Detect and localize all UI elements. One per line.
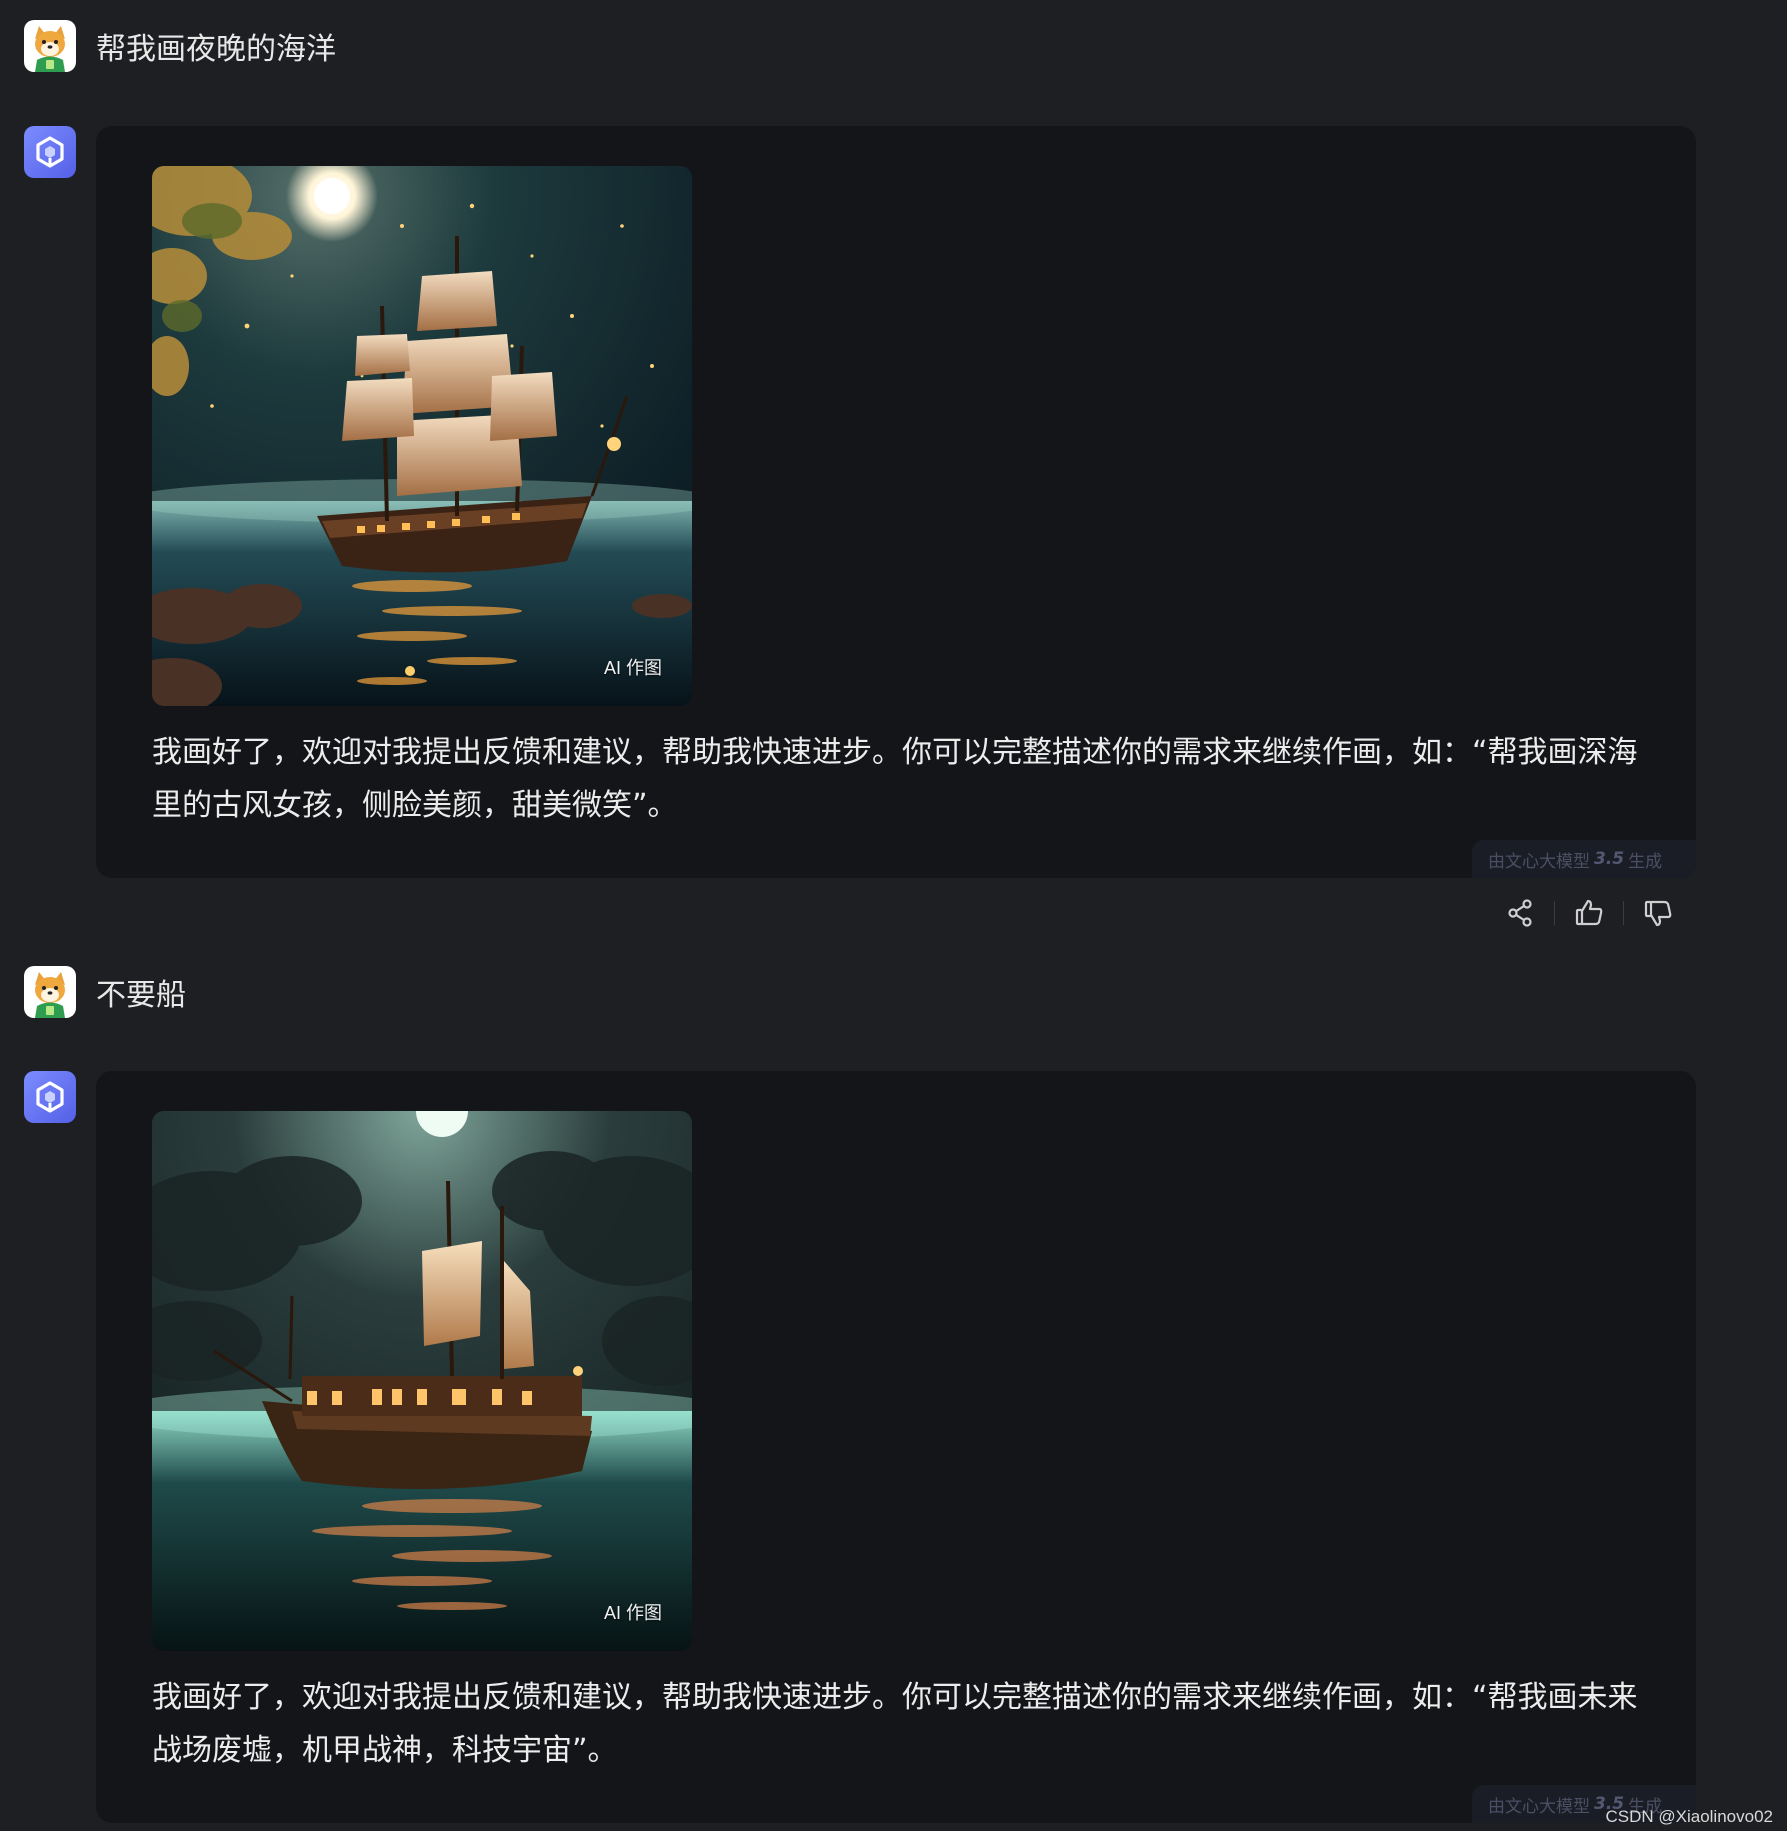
generated-image[interactable]: AI 作图 [152, 166, 692, 706]
user-avatar[interactable] [24, 20, 76, 72]
thumbs-down-icon [1644, 900, 1672, 927]
model-attribution-suffix: 生成 [1628, 851, 1663, 872]
user-message: 不要船 [24, 966, 186, 1018]
model-attribution: 由文心大模型 3.5 生成 [1472, 840, 1696, 878]
generated-image[interactable]: AI 作图 [152, 1111, 692, 1651]
action-divider [1623, 901, 1624, 925]
bot-avatar [24, 1071, 76, 1123]
thumbs-up-icon [1575, 899, 1603, 926]
share-icon [1508, 899, 1532, 927]
ai-image-badge: AI 作图 [603, 1603, 662, 1623]
action-divider [1554, 901, 1555, 925]
chat-thread: 帮我画夜晚的海洋 AI 作图 我画好了，欢迎对我提出反馈和建议，帮助我快速进步。… [0, 0, 1787, 1831]
model-attribution-prefix: 由文心大模型 [1488, 851, 1590, 872]
bot-reply-text: 我画好了，欢迎对我提出反馈和建议，帮助我快速进步。你可以完整描述你的需求来继续作… [152, 1680, 1638, 1768]
model-version: 3.5 [1594, 849, 1625, 869]
user-message: 帮我画夜晚的海洋 [24, 20, 336, 72]
user-avatar[interactable] [24, 966, 76, 1018]
bot-reply-card: AI 作图 我画好了，欢迎对我提出反馈和建议，帮助我快速进步。你可以完整描述你的… [96, 1071, 1696, 1823]
thumbs-up-button[interactable] [1569, 893, 1609, 933]
user-message-text: 不要船 [96, 978, 186, 1013]
model-attribution-prefix: 由文心大模型 [1488, 1796, 1590, 1817]
ai-image-badge: AI 作图 [603, 658, 662, 678]
user-message-text: 帮我画夜晚的海洋 [96, 32, 336, 67]
thumbs-down-button[interactable] [1638, 893, 1678, 933]
share-button[interactable] [1500, 893, 1540, 933]
bot-reply-text: 我画好了，欢迎对我提出反馈和建议，帮助我快速进步。你可以完整描述你的需求来继续作… [152, 735, 1638, 823]
reply-actions [1500, 893, 1678, 933]
bot-avatar [24, 126, 76, 178]
bot-reply-card: AI 作图 我画好了，欢迎对我提出反馈和建议，帮助我快速进步。你可以完整描述你的… [96, 126, 1696, 878]
watermark: CSDN @Xiaolinovo02 [1605, 1807, 1773, 1826]
